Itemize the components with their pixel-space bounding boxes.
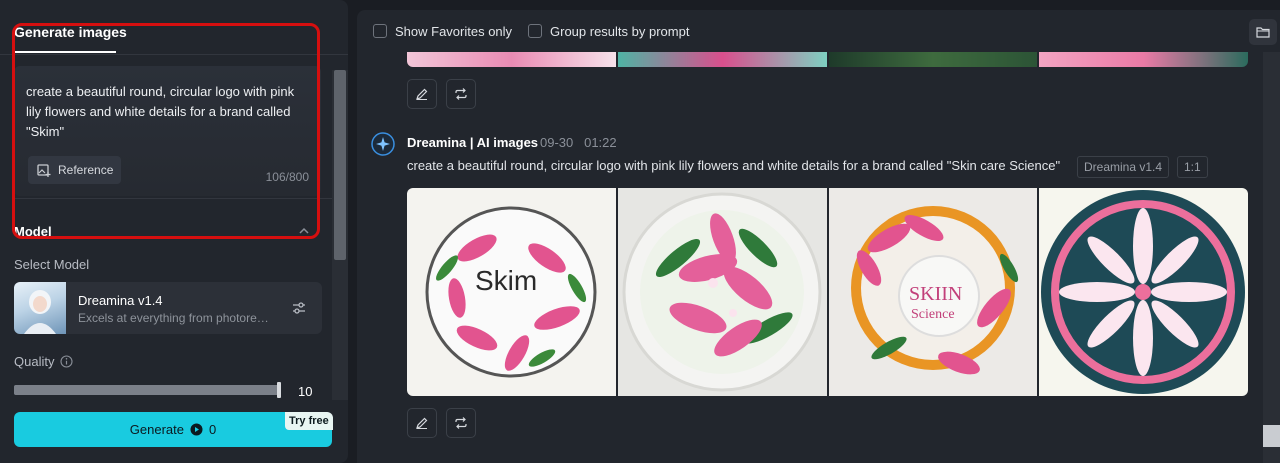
left-scrollbar[interactable] — [332, 70, 348, 400]
model-selector-card[interactable]: Dreamina v1.4 Excels at everything from … — [14, 282, 322, 334]
credit-icon — [190, 423, 203, 436]
results-panel: Show Favorites only Group results by pro… — [357, 10, 1280, 463]
quality-value: 10 — [298, 384, 313, 399]
settings-sliders-icon[interactable] — [290, 299, 308, 317]
regenerate-button[interactable] — [446, 79, 476, 109]
select-model-label: Select Model — [14, 257, 90, 272]
generated-image[interactable] — [1039, 188, 1248, 396]
result-prompt: create a beautiful round, circular logo … — [407, 158, 1061, 173]
result-timestamp: 09-30 01:22 — [540, 135, 617, 150]
quality-slider-fill — [14, 385, 280, 395]
result-time: 01:22 — [584, 135, 617, 150]
edit-prompt-button[interactable] — [407, 408, 437, 438]
model-name: Dreamina v1.4 — [78, 293, 163, 308]
info-icon[interactable] — [60, 355, 74, 368]
quality-slider-handle[interactable] — [277, 382, 281, 398]
generate-cost: 0 — [208, 422, 217, 437]
bot-name: Dreamina | AI images — [407, 135, 539, 150]
group-by-prompt-checkbox[interactable] — [528, 24, 542, 38]
annotation-highlight-box — [12, 23, 320, 239]
previous-image[interactable] — [828, 52, 1038, 67]
results-scrollbar[interactable] — [1263, 52, 1280, 463]
quality-slider-track[interactable] — [14, 385, 280, 395]
lily-logo-image: Skim — [425, 206, 597, 378]
quality-label: Quality — [14, 354, 55, 369]
result-date: 09-30 — [540, 135, 574, 150]
try-free-badge: Try free — [285, 412, 333, 430]
previous-image[interactable] — [617, 52, 827, 67]
regenerate-button[interactable] — [446, 408, 476, 438]
folder-icon — [1256, 27, 1270, 38]
previous-images-strip — [407, 52, 1248, 67]
lily-emblem-image — [1041, 190, 1246, 394]
ratio-tag: 1:1 — [1177, 156, 1208, 178]
left-scrollbar-thumb[interactable] — [334, 70, 346, 260]
edit-prompt-button[interactable] — [407, 79, 437, 109]
generated-image[interactable]: Skim — [407, 188, 616, 396]
generated-images: Skim SKIIN Science — [407, 188, 1248, 396]
left-panel: Generate images create a beautiful round… — [0, 0, 348, 463]
model-description: Excels at everything from photorealism..… — [78, 311, 274, 325]
repeat-icon — [455, 417, 467, 429]
results-toolbar: Show Favorites only Group results by pro… — [357, 10, 1280, 52]
lily-plate-image — [622, 192, 822, 392]
previous-image[interactable] — [1039, 52, 1248, 67]
model-avatar — [14, 282, 66, 334]
pencil-icon — [416, 88, 428, 100]
generated-image[interactable]: SKIIN Science — [828, 188, 1038, 396]
generate-label: Generate — [129, 422, 184, 437]
image-text-science: Science — [911, 307, 955, 322]
quality-label-row: Quality — [14, 354, 74, 369]
repeat-icon — [455, 88, 467, 100]
image-text-skiin: SKIIN — [909, 283, 962, 305]
show-favorites-checkbox[interactable] — [373, 24, 387, 38]
dreamina-logo-icon — [371, 132, 395, 156]
image-text-skim: Skim — [475, 265, 537, 296]
previous-image[interactable] — [407, 52, 616, 67]
group-by-prompt-label[interactable]: Group results by prompt — [550, 24, 689, 39]
folder-button[interactable] — [1249, 19, 1277, 45]
show-favorites-label[interactable]: Show Favorites only — [395, 24, 512, 39]
generated-image[interactable] — [617, 188, 827, 396]
lily-jar-image: SKIIN Science — [850, 206, 1018, 375]
results-scrollbar-thumb[interactable] — [1263, 425, 1280, 447]
pencil-icon — [416, 417, 428, 429]
model-tag: Dreamina v1.4 — [1077, 156, 1170, 178]
